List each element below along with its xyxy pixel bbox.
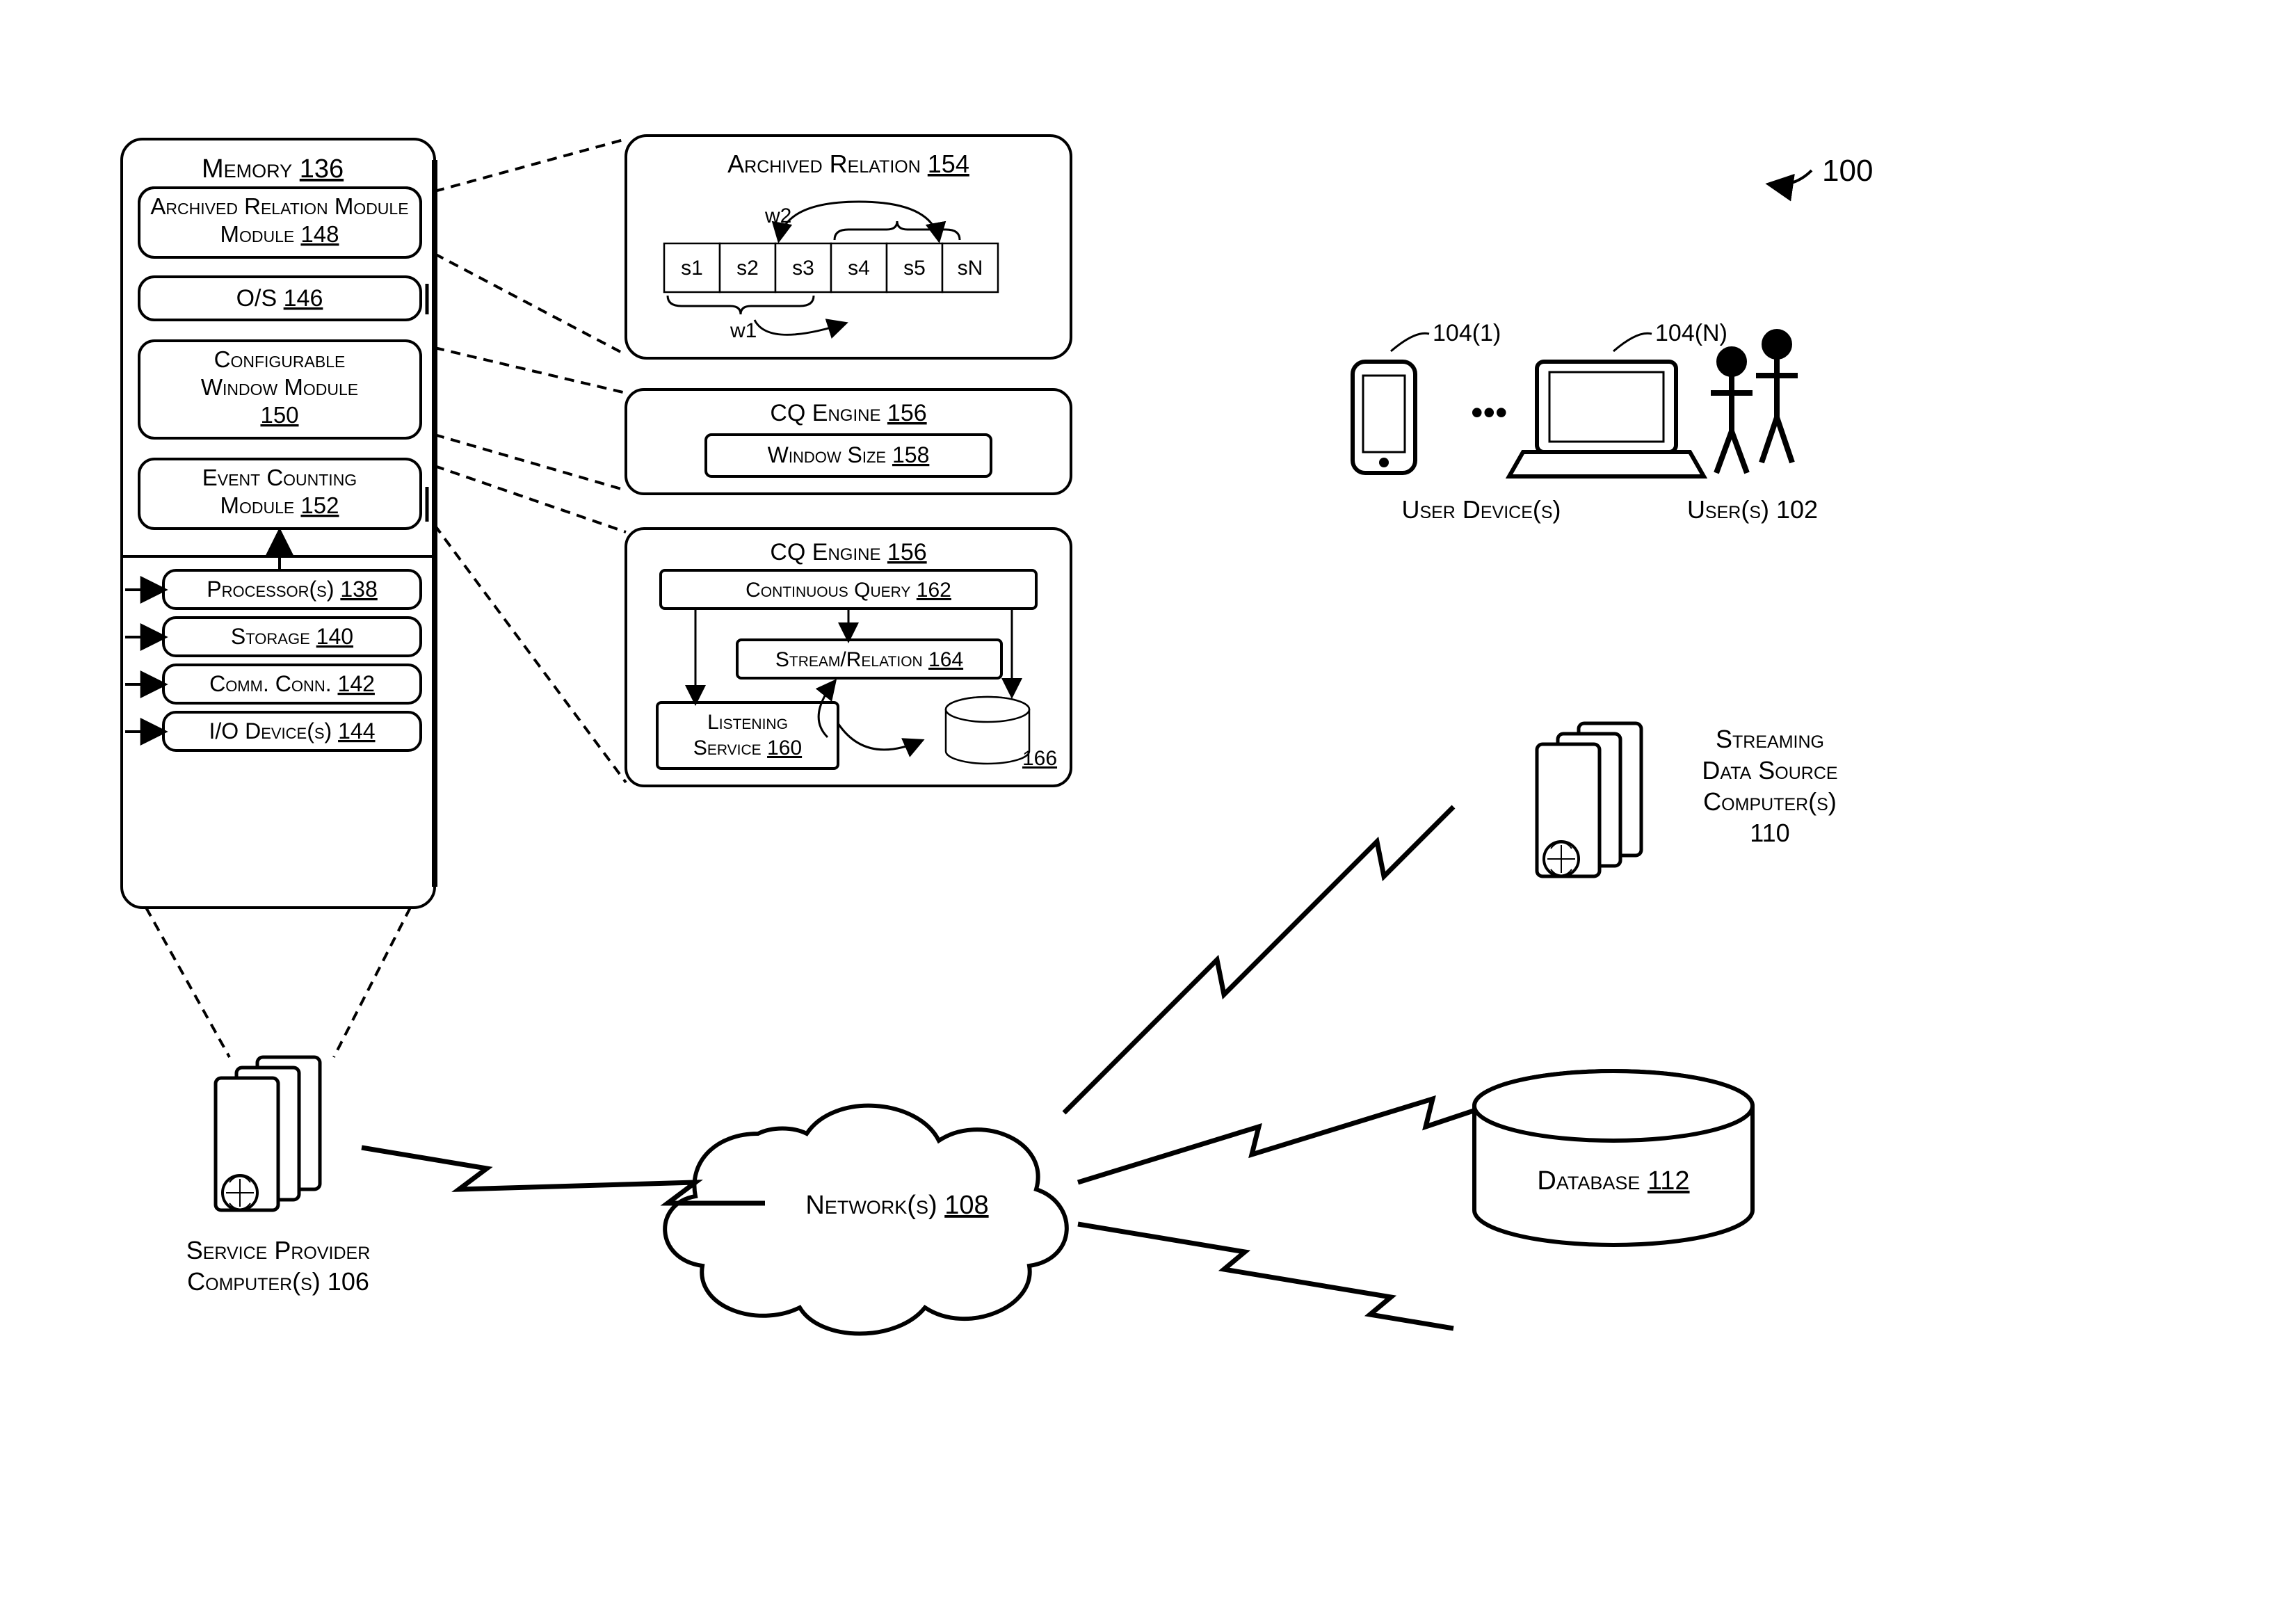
svg-text:s4: s4 — [848, 257, 870, 280]
svg-text:Computer(s) 106: Computer(s) 106 — [187, 1267, 369, 1296]
database-icon: Database 112 — [1474, 1071, 1753, 1245]
svg-text:I/O Device(s) 144: I/O Device(s) 144 — [209, 718, 376, 743]
svg-text:w2: w2 — [764, 204, 791, 227]
event-counting-module: Event Counting Module 152 — [139, 459, 421, 529]
svg-text:Storage 140: Storage 140 — [231, 624, 353, 649]
svg-text:•••: ••• — [1471, 393, 1508, 432]
user-devices: 104(1) ••• 104(N) User Device(s) — [1353, 320, 1727, 524]
svg-text:CQ Engine 156: CQ Engine 156 — [770, 400, 926, 426]
svg-text:Module 148: Module 148 — [220, 221, 339, 247]
configurable-window-module: Configurable Window Module 150 — [139, 341, 421, 438]
svg-text:s2: s2 — [736, 257, 759, 280]
svg-text:Comm. Conn. 142: Comm. Conn. 142 — [209, 671, 375, 696]
expansion-lines — [435, 139, 626, 782]
cq-engine-big: CQ Engine 156 Continuous Query 162 Strea… — [626, 529, 1071, 786]
svg-text:s3: s3 — [792, 257, 814, 280]
svg-text:Archived Relation 154: Archived Relation 154 — [727, 150, 969, 178]
svg-text:Service 160: Service 160 — [693, 737, 802, 759]
cq-engine-small: CQ Engine 156 Window Size 158 — [626, 389, 1071, 494]
svg-text:User(s) 102: User(s) 102 — [1687, 495, 1818, 524]
svg-text:Event Counting: Event Counting — [202, 465, 357, 490]
svg-text:Listening: Listening — [707, 711, 788, 734]
streaming-source: Streaming Data Source Computer(s) 110 — [1537, 723, 1838, 876]
svg-text:104(N): 104(N) — [1655, 320, 1727, 346]
svg-text:Network(s) 108: Network(s) 108 — [805, 1191, 988, 1220]
io-row: I/O Device(s) 144 — [125, 712, 421, 750]
svg-text:s5: s5 — [903, 257, 926, 280]
svg-text:Service Provider: Service Provider — [186, 1236, 371, 1264]
svg-text:sN: sN — [958, 257, 983, 280]
processors-row: Processor(s) 138 — [125, 570, 421, 609]
service-provider-icon: Service Provider Computer(s) 106 — [186, 1057, 371, 1296]
svg-text:Processor(s) 138: Processor(s) 138 — [207, 577, 378, 602]
svg-text:110: 110 — [1750, 819, 1789, 847]
svg-text:Data Source: Data Source — [1702, 756, 1837, 785]
svg-text:s1: s1 — [681, 257, 703, 280]
svg-text:Streaming: Streaming — [1716, 725, 1824, 753]
storage-row: Storage 140 — [125, 618, 421, 656]
svg-text:104(1): 104(1) — [1433, 320, 1501, 346]
svg-text:Module 152: Module 152 — [220, 492, 339, 518]
users-icon: User(s) 102 — [1687, 332, 1818, 524]
network-cloud: Network(s) 108 — [665, 1106, 1067, 1334]
memory-title: Memory 136 — [202, 154, 344, 184]
figure-ref: 100 — [1770, 154, 1873, 188]
svg-text:Database 112: Database 112 — [1537, 1166, 1689, 1196]
archived-relation-module: Archived Relation Module Module 148 — [139, 188, 421, 257]
svg-text:Stream/Relation 164: Stream/Relation 164 — [775, 648, 963, 671]
svg-text:Computer(s): Computer(s) — [1703, 787, 1837, 816]
svg-text:Continuous Query 162: Continuous Query 162 — [746, 579, 951, 602]
svg-text:Window Size 158: Window Size 158 — [768, 442, 930, 467]
svg-text:150: 150 — [260, 402, 298, 428]
svg-text:100: 100 — [1822, 154, 1873, 188]
svg-text:User Device(s): User Device(s) — [1401, 495, 1561, 524]
svg-text:166: 166 — [1022, 747, 1057, 770]
svg-text:Configurable: Configurable — [214, 346, 346, 372]
archived-relation-detail: Archived Relation 154 s1 s2 s3 s4 s5 sN … — [626, 136, 1071, 358]
svg-text:O/S 146: O/S 146 — [236, 285, 323, 312]
svg-text:Archived Relation Module: Archived Relation Module — [150, 193, 408, 219]
comm-row: Comm. Conn. 142 — [125, 665, 421, 703]
memory-to-server-lines — [146, 908, 410, 1057]
os-module: O/S 146 — [139, 277, 421, 320]
svg-text:Window Module: Window Module — [201, 374, 358, 400]
svg-text:CQ Engine 156: CQ Engine 156 — [770, 539, 926, 565]
svg-text:w1: w1 — [730, 319, 757, 342]
